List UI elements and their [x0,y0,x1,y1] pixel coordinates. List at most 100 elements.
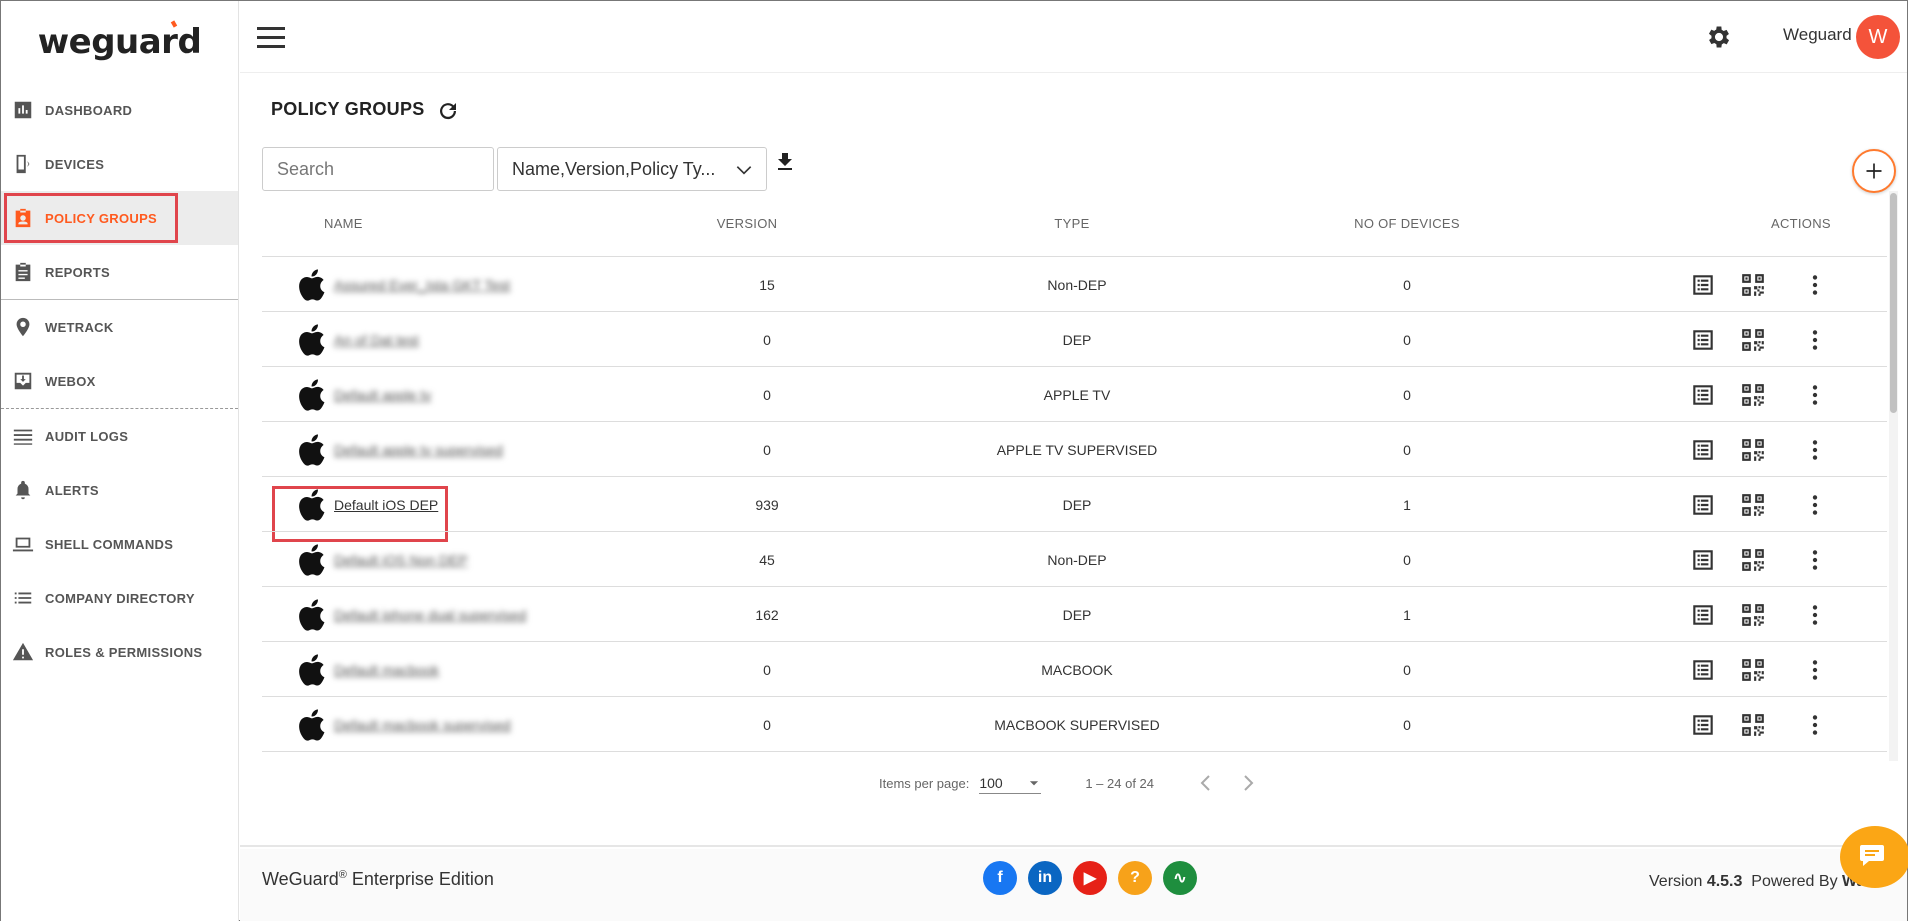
search-input[interactable] [262,147,494,191]
sidebar-item-webox[interactable]: WEBOX [1,354,238,408]
download-icon[interactable] [773,149,797,175]
column-header-version[interactable]: VERSION [682,216,852,231]
cell-devices: 0 [1403,551,1411,568]
table-row[interactable]: An of Dat test 0 DEP 0 [262,312,1887,367]
qr-code-icon[interactable] [1740,437,1766,463]
qr-code-icon[interactable] [1740,602,1766,628]
cell-type: APPLE TV [1043,386,1111,403]
scrollbar-thumb[interactable] [1890,193,1897,413]
items-per-page-select[interactable]: 100 [979,772,1042,794]
add-policy-group-button[interactable] [1852,149,1896,193]
cell-type: Non-DEP [1047,551,1107,568]
cell-name: Default iphone dual supervised [262,598,682,632]
details-icon[interactable] [1690,437,1716,463]
table-row[interactable]: Assured Ever_Ista GKT Test 15 Non-DEP 0 [262,257,1887,312]
details-icon[interactable] [1690,712,1716,738]
qr-code-icon[interactable] [1740,492,1766,518]
details-icon[interactable] [1690,492,1716,518]
location-pin-icon [11,315,35,339]
more-vert-icon[interactable] [1802,437,1828,463]
cell-name: Default iOS DEP [262,485,682,542]
previous-page-icon[interactable] [1194,771,1218,795]
table-row[interactable]: Default macbook 0 MACBOOK 0 [262,642,1887,697]
table-row[interactable]: Default apple tv supervised 0 APPLE TV SUP… [262,422,1887,477]
more-vert-icon[interactable] [1802,272,1828,298]
details-icon[interactable] [1690,327,1716,353]
cell-type: MACBOOK SUPERVISED [994,716,1160,733]
dashboard-icon [11,98,35,122]
details-icon[interactable] [1690,657,1716,683]
column-header-name[interactable]: NAME [262,216,682,231]
gear-icon[interactable] [1705,23,1733,51]
menu-icon[interactable] [257,27,285,49]
filter-column-select[interactable]: Name,Version,Policy Ty... [497,147,767,191]
chat-button[interactable] [1840,826,1908,888]
policy-group-name-link[interactable]: Assured Ever_Ista GKT Test [334,277,510,293]
more-vert-icon[interactable] [1802,712,1828,738]
details-icon[interactable] [1690,382,1716,408]
policy-group-name-link[interactable]: Default macbook [334,662,439,678]
details-icon[interactable] [1690,602,1716,628]
next-page-icon[interactable] [1236,771,1260,795]
policy-group-name-link[interactable]: Default iphone dual supervised [334,607,526,623]
qr-code-icon[interactable] [1740,547,1766,573]
cell-name: Default apple tv [262,378,682,412]
sidebar-item-roles-permissions[interactable]: ROLES & PERMISSIONS [1,625,238,679]
linkedin-icon[interactable]: in [1028,861,1062,895]
policy-group-name-link[interactable]: Default iOS Non DEP [334,552,468,568]
sidebar-item-company-directory[interactable]: COMPANY DIRECTORY [1,571,238,625]
cell-devices: 0 [1403,276,1411,293]
facebook-icon[interactable]: f [983,861,1017,895]
policy-group-name-link[interactable]: Default apple tv [334,387,431,403]
activity-icon[interactable]: ∿ [1163,861,1197,895]
more-vert-icon[interactable] [1802,327,1828,353]
details-icon[interactable] [1690,272,1716,298]
qr-code-icon[interactable] [1740,712,1766,738]
qr-code-icon[interactable] [1740,272,1766,298]
policy-group-name-link[interactable]: Default apple tv supervised [334,442,503,458]
column-header-devices[interactable]: NO OF DEVICES [1302,216,1512,231]
help-icon[interactable]: ? [1118,861,1152,895]
cell-name: Default iOS Non DEP [262,543,682,577]
cell-devices: 0 [1403,386,1411,403]
alert-bell-icon [11,478,35,502]
sidebar-item-policy-groups[interactable]: POLICY GROUPS [1,191,238,245]
sidebar-nav: DASHBOARD DEVICES POLICY GROUPS REPORTS … [1,83,238,679]
policy-group-name-link[interactable]: An of Dat test [334,332,419,348]
policy-group-name-link[interactable]: Default macbook supervised [334,717,511,733]
apple-icon [299,268,325,301]
table-row[interactable]: Default iOS Non DEP 45 Non-DEP 0 [262,532,1887,587]
youtube-icon[interactable]: ▶ [1073,861,1107,895]
avatar[interactable]: W [1856,15,1900,59]
more-vert-icon[interactable] [1802,547,1828,573]
sidebar-item-shell-commands[interactable]: SHELL COMMANDS [1,517,238,571]
column-header-type[interactable]: TYPE [852,216,1302,231]
main-content: POLICY GROUPS Name,Version,Policy Ty... … [240,73,1907,847]
cell-version: 0 [763,716,771,733]
sidebar-item-alerts[interactable]: ALERTS [1,463,238,517]
sidebar-item-reports[interactable]: REPORTS [1,245,238,299]
table-row[interactable]: Default iOS DEP 939 DEP 1 [262,477,1887,542]
qr-code-icon[interactable] [1740,657,1766,683]
more-vert-icon[interactable] [1802,657,1828,683]
more-vert-icon[interactable] [1802,602,1828,628]
sidebar-item-devices[interactable]: DEVICES [1,137,238,191]
sidebar-item-wetrack[interactable]: WETRACK [1,300,238,354]
more-vert-icon[interactable] [1802,382,1828,408]
sidebar-item-audit-logs[interactable]: AUDIT LOGS [1,409,238,463]
details-icon[interactable] [1690,547,1716,573]
sidebar-item-dashboard[interactable]: DASHBOARD [1,83,238,137]
table-row[interactable]: Default apple tv 0 APPLE TV 0 [262,367,1887,422]
refresh-icon[interactable] [436,99,460,123]
items-per-page-label: Items per page: [879,775,970,791]
table-row[interactable]: Default macbook supervised 0 MACBOOK SUPER… [262,697,1887,752]
weguard-logo[interactable]: weguard [1,1,238,83]
qr-code-icon[interactable] [1740,327,1766,353]
qr-code-icon[interactable] [1740,382,1766,408]
filter-select-value: Name,Version,Policy Ty... [512,158,716,179]
table-scrollbar[interactable] [1889,191,1898,761]
user-name[interactable]: Weguard [1783,25,1852,45]
more-vert-icon[interactable] [1802,492,1828,518]
column-header-actions: ACTIONS [1771,216,1831,231]
table-row[interactable]: Default iphone dual supervised 162 DEP 1 [262,587,1887,642]
